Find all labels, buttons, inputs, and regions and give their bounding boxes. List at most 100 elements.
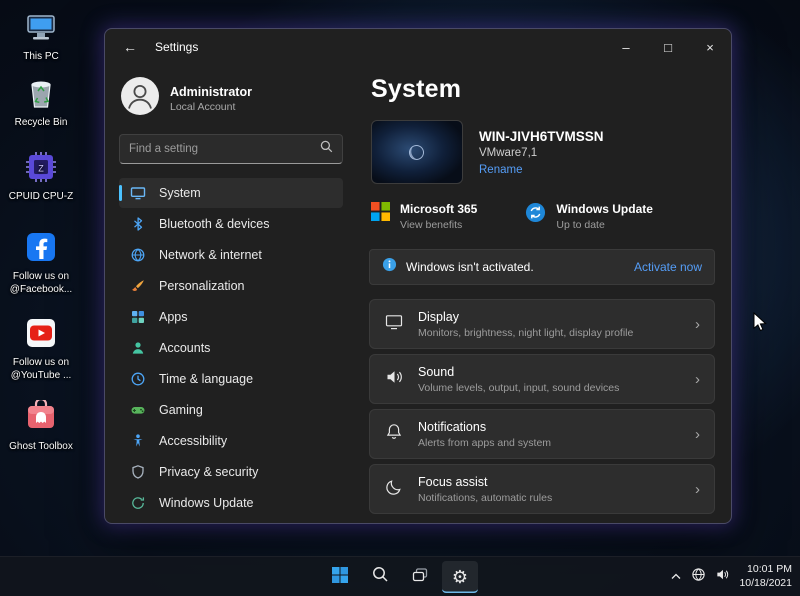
accounts-person-icon xyxy=(129,340,146,357)
display-settings-card[interactable]: Display Monitors, brightness, night ligh… xyxy=(369,299,715,349)
desktop-icon-ghost-toolbox[interactable]: Ghost Toolbox xyxy=(4,396,78,454)
avatar-person-icon xyxy=(121,77,159,120)
nav-item-label: Accounts xyxy=(159,341,210,355)
card-title: Focus assist xyxy=(418,475,552,489)
nav-item-label: Gaming xyxy=(159,403,203,417)
nav-item-accessibility[interactable]: Accessibility xyxy=(119,426,343,456)
system-tray: 10:01 PM 10/18/2021 xyxy=(670,557,792,596)
card-title: Notifications xyxy=(418,420,551,434)
youtube-icon xyxy=(4,312,78,354)
status-title: Windows Update xyxy=(556,202,653,216)
nav-item-system[interactable]: System xyxy=(119,178,343,208)
nav-item-personalization[interactable]: Personalization xyxy=(119,271,343,301)
gear-icon: ⚙ xyxy=(452,567,468,588)
chevron-up-icon[interactable] xyxy=(670,568,682,586)
taskbar-center-buttons: ⚙ xyxy=(322,557,478,596)
task-view-icon xyxy=(411,566,429,589)
desktop-icon-cpu-z[interactable]: Z CPUID CPU-Z xyxy=(4,146,78,204)
account-header[interactable]: Administrator Local Account xyxy=(121,77,341,120)
status-row: Microsoft 365 View benefits Windows Upda… xyxy=(371,202,715,231)
activate-now-link[interactable]: Activate now xyxy=(634,260,702,274)
desktop-icon-this-pc[interactable]: This PC xyxy=(4,6,78,64)
apps-grid-icon xyxy=(129,309,146,326)
windows-update-status[interactable]: Windows Update Up to date xyxy=(525,202,653,231)
nav-item-bluetooth-devices[interactable]: Bluetooth & devices xyxy=(119,209,343,239)
activation-banner: Windows isn't activated. Activate now xyxy=(369,249,715,285)
desktop-icon-recycle-bin[interactable]: Recycle Bin xyxy=(4,72,78,130)
settings-window: ← Settings – □ × Administrator Local Acc… xyxy=(104,28,732,524)
settings-button[interactable]: ⚙ xyxy=(442,561,478,593)
settings-nav: System Bluetooth & devices Network & int… xyxy=(119,178,343,518)
start-button[interactable] xyxy=(322,561,358,593)
status-subtitle: Up to date xyxy=(556,219,653,231)
desktop-icon-label: Recycle Bin xyxy=(15,117,68,128)
desktop: { "colors": { "accent": "#4cc2ff", "link… xyxy=(0,0,800,596)
accessibility-person-icon xyxy=(129,433,146,450)
back-button[interactable]: ← xyxy=(113,33,147,61)
nav-item-network-internet[interactable]: Network & internet xyxy=(119,240,343,270)
microsoft-365-icon xyxy=(371,202,390,226)
network-globe-icon[interactable] xyxy=(691,567,706,587)
device-wallpaper-thumbnail xyxy=(371,120,463,184)
nav-item-label: Accessibility xyxy=(159,434,227,448)
task-view-button[interactable] xyxy=(402,561,438,593)
cpu-z-icon: Z xyxy=(4,146,78,188)
maximize-button[interactable]: □ xyxy=(647,30,689,64)
taskbar-clock[interactable]: 10:01 PM 10/18/2021 xyxy=(739,563,792,590)
desktop-icon-facebook[interactable]: Follow us on @Facebook... xyxy=(4,226,78,296)
network-globe-icon xyxy=(129,247,146,264)
close-button[interactable]: × xyxy=(689,30,731,64)
recycle-bin-icon xyxy=(4,72,78,114)
window-title: Settings xyxy=(155,40,198,54)
nav-item-label: Personalization xyxy=(159,279,244,293)
desktop-icon-label: This PC xyxy=(23,51,59,62)
settings-main-panel: System WIN-JIVH6TVMSSN VMware7,1 Rename … xyxy=(357,29,731,523)
update-arrows-icon xyxy=(129,495,146,512)
microsoft-365-status[interactable]: Microsoft 365 View benefits xyxy=(371,202,477,231)
minimize-button[interactable]: – xyxy=(605,30,647,64)
minimize-icon: – xyxy=(622,40,629,55)
close-icon: × xyxy=(706,40,714,55)
desktop-icon-youtube[interactable]: Follow us on @YouTube ... xyxy=(4,312,78,382)
moon-icon xyxy=(384,477,404,502)
nav-item-label: Windows Update xyxy=(159,496,254,510)
status-subtitle: View benefits xyxy=(400,219,477,231)
windows-update-circle-icon xyxy=(525,202,546,228)
card-subtitle: Monitors, brightness, night light, displ… xyxy=(418,327,633,339)
nav-item-gaming[interactable]: Gaming xyxy=(119,395,343,425)
search-button[interactable] xyxy=(362,561,398,593)
nav-item-apps[interactable]: Apps xyxy=(119,302,343,332)
this-pc-icon xyxy=(4,6,78,48)
chevron-right-icon: › xyxy=(695,481,700,498)
shield-icon xyxy=(129,464,146,481)
sidebar: Administrator Local Account System Bluet… xyxy=(105,29,357,523)
nav-item-label: System xyxy=(159,186,201,200)
nav-item-label: Bluetooth & devices xyxy=(159,217,270,231)
mouse-cursor xyxy=(753,312,768,338)
maximize-icon: □ xyxy=(664,40,672,55)
sound-settings-card[interactable]: Sound Volume levels, output, input, soun… xyxy=(369,354,715,404)
nav-item-windows-update[interactable]: Windows Update xyxy=(119,488,343,518)
search-icon[interactable] xyxy=(320,140,333,158)
nav-item-label: Apps xyxy=(159,310,188,324)
status-title: Microsoft 365 xyxy=(400,202,477,216)
rename-link[interactable]: Rename xyxy=(479,164,604,176)
nav-item-label: Time & language xyxy=(159,372,253,386)
info-icon xyxy=(382,257,397,277)
account-name: Administrator xyxy=(170,85,252,99)
nav-item-time-language[interactable]: Time & language xyxy=(119,364,343,394)
volume-icon[interactable] xyxy=(715,567,730,587)
notifications-settings-card[interactable]: Notifications Alerts from apps and syste… xyxy=(369,409,715,459)
nav-item-label: Network & internet xyxy=(159,248,262,262)
bluetooth-icon xyxy=(129,216,146,233)
chevron-right-icon: › xyxy=(695,426,700,443)
desktop-icon-label: CPUID CPU-Z xyxy=(9,191,73,202)
nav-item-privacy-security[interactable]: Privacy & security xyxy=(119,457,343,487)
speaker-icon xyxy=(384,367,404,392)
taskbar: ⚙ 10:01 PM 10/18/2021 xyxy=(0,556,800,596)
facebook-icon xyxy=(4,226,78,268)
clock-icon xyxy=(129,371,146,388)
search-input[interactable] xyxy=(129,143,320,155)
focus-assist-settings-card[interactable]: Focus assist Notifications, automatic ru… xyxy=(369,464,715,514)
nav-item-accounts[interactable]: Accounts xyxy=(119,333,343,363)
